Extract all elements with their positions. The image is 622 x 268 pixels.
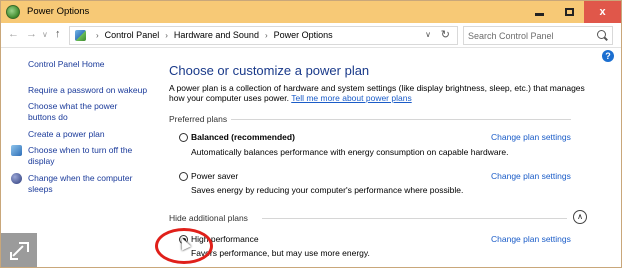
power-saver-plan-description: Saves energy by reducing your computer's… xyxy=(191,185,464,195)
maximize-button[interactable] xyxy=(554,1,584,23)
tell-me-more-link[interactable]: Tell me more about power plans xyxy=(291,93,411,103)
balanced-change-settings-link[interactable]: Change plan settings xyxy=(491,132,571,142)
preferred-plans-label: Preferred plans xyxy=(169,114,228,124)
breadcrumb-power-options[interactable]: Power Options xyxy=(274,30,333,40)
page-description: A power plan is a collection of hardware… xyxy=(169,83,594,103)
sidebar-item-computer-sleeps[interactable]: Change when the computer sleeps xyxy=(28,173,140,194)
sleep-moon-icon xyxy=(11,173,22,184)
refresh-icon[interactable]: ↻ xyxy=(441,28,450,41)
recent-locations-chevron-icon[interactable]: ∨ xyxy=(42,30,48,39)
sidebar-item-require-password[interactable]: Require a password on wakeup xyxy=(28,85,147,96)
breadcrumb-chevron-icon[interactable]: › xyxy=(165,31,168,40)
page-title: Choose or customize a power plan xyxy=(169,63,370,78)
main-panel: Choose or customize a power plan A power… xyxy=(169,49,609,267)
breadcrumb-items: › Control Panel › Hardware and Sound › P… xyxy=(90,30,333,40)
section-divider xyxy=(262,218,567,219)
section-divider xyxy=(231,119,571,120)
collapse-chevron-up-icon[interactable]: ∧ xyxy=(573,210,587,224)
search-icon[interactable] xyxy=(597,30,606,39)
power-options-window: Power Options x ← → ∨ ↑ › Control Panel … xyxy=(0,0,622,268)
sidebar-item-create-plan[interactable]: Create a power plan xyxy=(28,129,105,140)
sidebar-item-power-buttons[interactable]: Choose what the power buttons do xyxy=(28,101,138,122)
power-options-app-icon xyxy=(6,5,20,19)
power-saver-plan-radio[interactable] xyxy=(179,172,188,181)
control-panel-icon xyxy=(75,30,86,41)
close-button[interactable]: x xyxy=(584,1,621,23)
breadcrumb-chevron-icon[interactable]: › xyxy=(96,31,99,40)
breadcrumb-control-panel[interactable]: Control Panel xyxy=(105,30,160,40)
back-arrow-icon[interactable]: ← xyxy=(8,28,19,40)
close-icon: x xyxy=(599,6,606,18)
expand-icon[interactable] xyxy=(1,233,37,267)
search-input[interactable] xyxy=(468,28,588,43)
content-area: Control Panel Home Require a password on… xyxy=(1,49,621,267)
high-performance-plan-description: Favors performance, but may use more ene… xyxy=(191,248,370,258)
minimize-button[interactable] xyxy=(524,1,554,23)
expand-arrow-corner xyxy=(10,252,18,260)
breadcrumb-hardware-and-sound[interactable]: Hardware and Sound xyxy=(174,30,259,40)
maximize-icon xyxy=(564,8,574,16)
search-box[interactable] xyxy=(463,26,613,45)
hide-additional-plans-label[interactable]: Hide additional plans xyxy=(169,213,248,223)
sidebar-item-turn-off-display[interactable]: Choose when to turn off the display xyxy=(28,145,138,166)
breadcrumb-chevron-icon[interactable]: › xyxy=(265,31,268,40)
sidebar-item-control-panel-home[interactable]: Control Panel Home xyxy=(28,59,105,70)
high-performance-change-settings-link[interactable]: Change plan settings xyxy=(491,234,571,244)
display-icon xyxy=(11,145,22,156)
up-arrow-icon[interactable]: ↑ xyxy=(55,28,61,40)
balanced-plan-description: Automatically balances performance with … xyxy=(191,147,509,157)
window-title: Power Options xyxy=(27,6,90,17)
title-bar[interactable]: Power Options x xyxy=(1,1,621,23)
balanced-plan-name[interactable]: Balanced (recommended) xyxy=(191,132,295,142)
power-saver-plan-name[interactable]: Power saver xyxy=(191,171,238,181)
forward-arrow-icon[interactable]: → xyxy=(26,28,37,40)
balanced-plan-radio[interactable] xyxy=(179,133,188,142)
address-bar: ← → ∨ ↑ › Control Panel › Hardware and S… xyxy=(1,23,621,48)
power-saver-change-settings-link[interactable]: Change plan settings xyxy=(491,171,571,181)
minimize-icon xyxy=(534,13,544,16)
breadcrumb[interactable]: › Control Panel › Hardware and Sound › P… xyxy=(69,26,458,45)
address-dropdown-chevron-icon[interactable]: ∨ xyxy=(425,30,431,39)
